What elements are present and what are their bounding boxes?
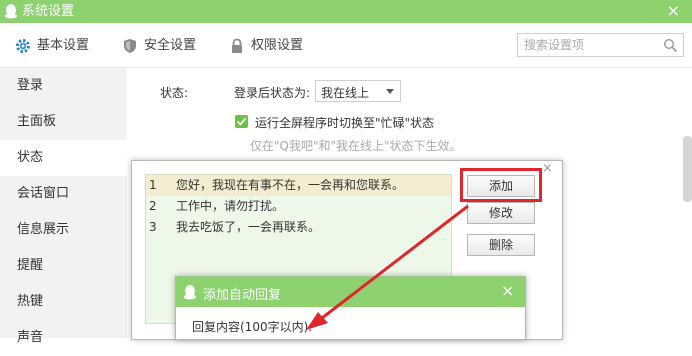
annotation-arrow <box>306 204 469 330</box>
